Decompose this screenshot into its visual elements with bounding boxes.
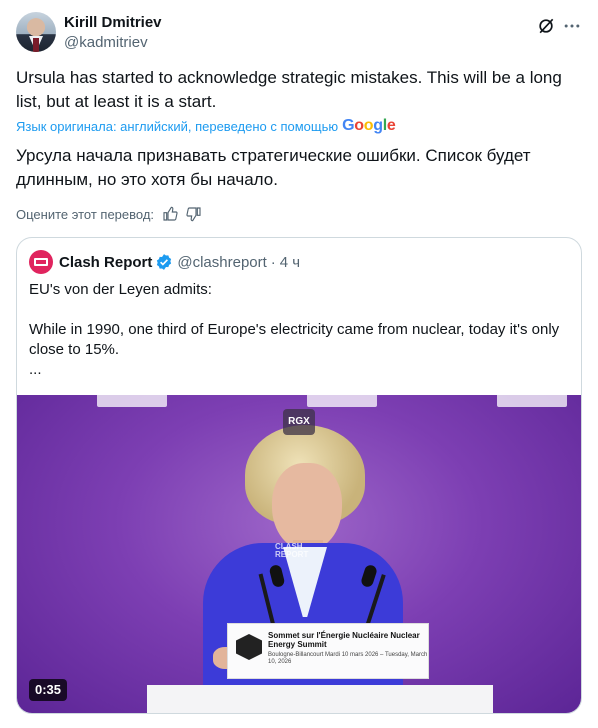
translation-note: Язык оригинала: английский, переведено с…	[16, 117, 396, 135]
quoted-line-1: EU's von der Leyen admits:	[29, 281, 212, 298]
video-watermark: CLASH REPORT	[275, 542, 309, 559]
author-name[interactable]: Kirill Dmitriev	[64, 14, 162, 31]
quoted-tweet-header: Clash Report @clashreport · 4 ч	[29, 250, 300, 274]
podium-title: Sommet sur l'Énergie Nucléaire Nuclear E…	[268, 631, 420, 649]
quoted-tweet-text: EU's von der Leyen admits: While in 1990…	[29, 280, 569, 380]
rate-translation: Оцените этот перевод:	[16, 206, 202, 222]
translated-text: Урсула начала признавать стратегические …	[16, 146, 531, 189]
grok-icon[interactable]	[536, 16, 556, 36]
podium	[147, 685, 493, 713]
background-sign	[307, 395, 377, 407]
video-duration: 0:35	[29, 679, 68, 701]
thumbs-down-icon[interactable]	[186, 206, 202, 222]
tweet-header: Kirill Dmitriev @kadmitriev	[16, 12, 582, 56]
quoted-tweet[interactable]: Clash Report @clashreport · 4 ч EU's von…	[16, 237, 582, 714]
podium-sign: Sommet sur l'Énergie Nucléaire Nuclear E…	[227, 623, 429, 679]
background-sign	[97, 395, 167, 407]
quoted-time[interactable]: 4 ч	[280, 254, 300, 271]
rate-translation-label: Оцените этот перевод:	[16, 206, 155, 222]
podium-subtitle: Boulogne-Billancourt Mardi 10 mars 2026 …	[268, 652, 428, 665]
thumbs-up-icon[interactable]	[162, 206, 178, 222]
avatar[interactable]	[16, 12, 56, 52]
quoted-line-3: ...	[29, 361, 42, 378]
speaker-face	[272, 463, 342, 551]
quoted-line-2: While in 1990, one third of Europe's ele…	[29, 321, 560, 358]
avatar-tie	[33, 38, 39, 52]
tweet-text: Ursula has started to acknowledge strate…	[16, 68, 562, 111]
google-logo: Google	[342, 117, 396, 134]
video-player[interactable]: CLASH REPORT Sommet sur l'Énergie Nucléa…	[17, 395, 581, 713]
more-icon[interactable]	[562, 16, 582, 36]
verified-badge-icon	[157, 254, 172, 270]
quoted-author-handle[interactable]: @clashreport	[177, 254, 266, 271]
author-handle[interactable]: @kadmitriev	[64, 34, 148, 51]
quoted-avatar[interactable]	[29, 250, 53, 274]
translation-note-text: Язык оригинала: английский, переведено с…	[16, 118, 339, 134]
separator-dot: ·	[270, 253, 276, 271]
background-sign	[497, 395, 567, 407]
quoted-author-name[interactable]: Clash Report	[59, 254, 152, 271]
summit-logo	[236, 634, 262, 660]
video-overlay-label: RGX	[283, 409, 315, 435]
